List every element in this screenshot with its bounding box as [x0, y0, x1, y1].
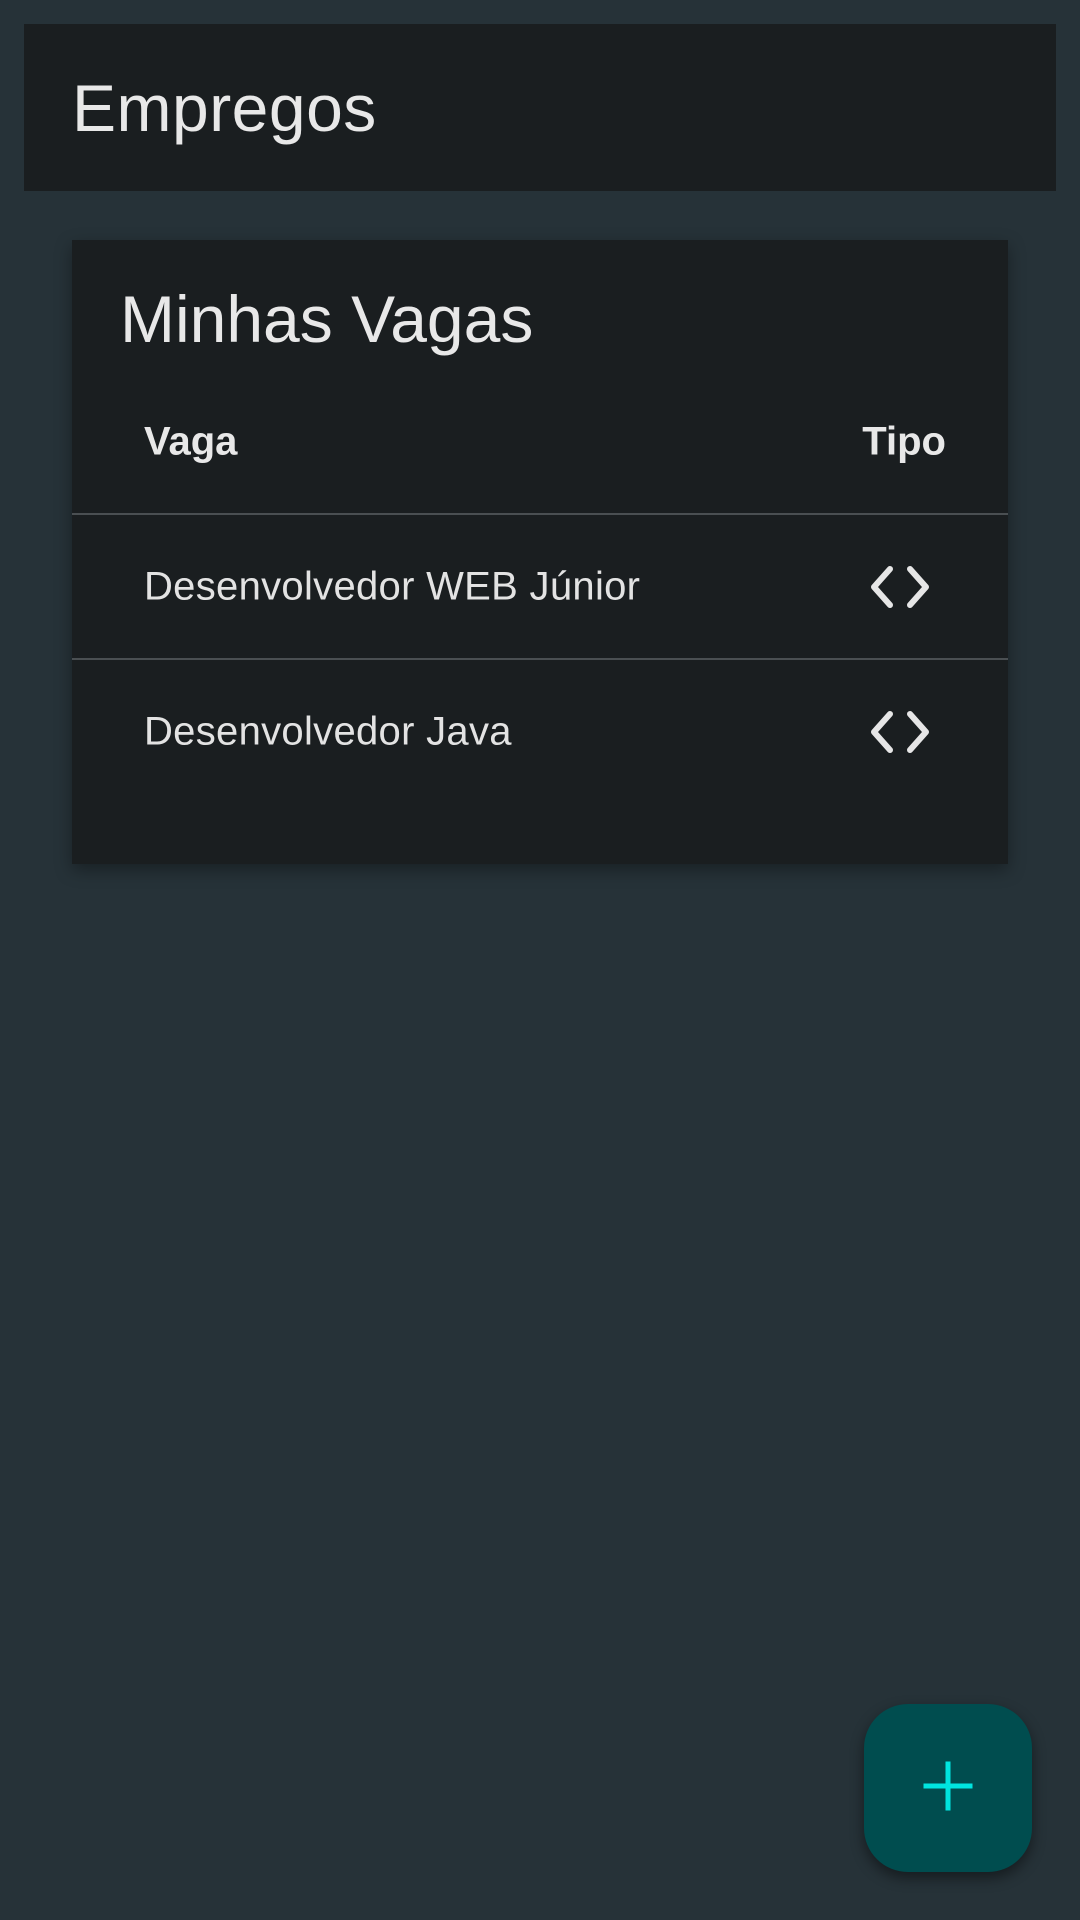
column-header-vaga: Vaga	[144, 419, 238, 463]
code-icon	[868, 710, 932, 754]
plus-icon	[922, 1760, 974, 1817]
job-title: Desenvolvedor WEB Júnior	[144, 564, 641, 608]
job-title: Desenvolvedor Java	[144, 709, 512, 753]
app-title: Empregos	[72, 70, 377, 145]
column-header-tipo: Tipo	[862, 419, 946, 463]
table-header: Vaga Tipo	[72, 370, 1008, 515]
add-job-button[interactable]	[864, 1704, 1032, 1872]
table-row[interactable]: Desenvolvedor WEB Júnior	[72, 515, 1008, 660]
code-icon	[868, 565, 932, 609]
jobs-card: Minhas Vagas Vaga Tipo Desenvolvedor WEB…	[72, 240, 1008, 864]
table-row[interactable]: Desenvolvedor Java	[72, 660, 1008, 803]
card-title: Minhas Vagas	[120, 282, 534, 356]
app-bar: Empregos	[24, 24, 1056, 191]
